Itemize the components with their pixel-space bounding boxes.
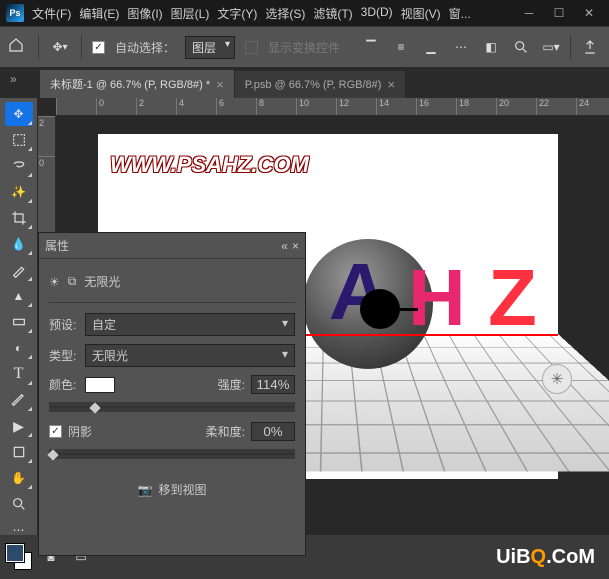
move-tool-indicator-icon[interactable]: ✥▾ bbox=[49, 36, 71, 58]
preset-label: 预设: bbox=[49, 316, 79, 333]
move-to-view-button[interactable]: 📷 移到视图 bbox=[138, 481, 207, 498]
tool-clone-stamp[interactable]: ▲ bbox=[5, 284, 33, 308]
preset-dropdown[interactable]: 自定 bbox=[85, 313, 295, 336]
3d-letter-z[interactable]: Z bbox=[488, 252, 537, 344]
menu-file[interactable]: 文件(F) bbox=[32, 5, 71, 22]
light-name: 无限光 bbox=[84, 273, 120, 290]
menu-filter[interactable]: 滤镜(T) bbox=[313, 5, 352, 22]
tool-marquee[interactable] bbox=[5, 128, 33, 152]
auto-select-label: 自动选择： bbox=[115, 39, 175, 56]
align-bottom-icon[interactable]: ▁ bbox=[420, 36, 442, 58]
menu-layer[interactable]: 图层(L) bbox=[171, 5, 210, 22]
infinite-light-icon: ⧉ bbox=[68, 274, 77, 289]
ruler-horizontal[interactable]: 024 6810 121416 182022 24 bbox=[56, 98, 609, 116]
properties-panel: 属性 « × ☀ ⧉ 无限光 预设: 自定 类型: 无限光 颜色: 强度: ✓ … bbox=[38, 232, 306, 556]
tool-magic-wand[interactable]: ✨ bbox=[5, 180, 33, 204]
show-transform-checkbox[interactable] bbox=[245, 41, 258, 54]
distribute-icon[interactable]: ⋯ bbox=[450, 36, 472, 58]
foreground-color-chip[interactable] bbox=[6, 544, 24, 562]
3d-letter-h[interactable]: H bbox=[408, 252, 466, 344]
window-controls: ─ ☐ ✕ bbox=[515, 3, 603, 23]
watermark-text: WWW.PSAHZ.COM bbox=[110, 152, 309, 178]
tool-pen[interactable] bbox=[5, 388, 33, 412]
3d-mode-icon[interactable]: ◧ bbox=[480, 36, 502, 58]
menu-type[interactable]: 文字(Y) bbox=[217, 5, 257, 22]
align-vcenter-icon[interactable]: ≡ bbox=[390, 36, 412, 58]
tab-close-icon[interactable]: × bbox=[387, 77, 395, 92]
separator bbox=[38, 35, 39, 59]
panel-close-icon[interactable]: × bbox=[292, 239, 299, 253]
intensity-label: 强度: bbox=[218, 376, 245, 393]
3d-light-handle[interactable] bbox=[360, 289, 400, 329]
color-chips[interactable] bbox=[6, 544, 32, 570]
type-label: 类型: bbox=[49, 347, 79, 364]
separator bbox=[570, 35, 571, 59]
tool-lasso[interactable] bbox=[5, 154, 33, 178]
color-label: 颜色: bbox=[49, 376, 79, 393]
tab-close-icon[interactable]: × bbox=[216, 77, 224, 92]
tool-crop[interactable] bbox=[5, 206, 33, 230]
color-swatch[interactable] bbox=[85, 377, 115, 393]
menu-edit[interactable]: 编辑(E) bbox=[79, 5, 119, 22]
menu-image[interactable]: 图像(I) bbox=[127, 5, 162, 22]
3d-light-direction[interactable] bbox=[398, 308, 418, 311]
light-icon: ☀ bbox=[49, 275, 60, 289]
menubar: 文件(F) 编辑(E) 图像(I) 图层(L) 文字(Y) 选择(S) 滤镜(T… bbox=[32, 5, 515, 22]
tool-type[interactable]: T bbox=[5, 362, 33, 386]
workspace-chooser-icon[interactable]: ▭▾ bbox=[540, 36, 562, 58]
type-dropdown[interactable]: 无限光 bbox=[85, 344, 295, 367]
softness-label: 柔和度: bbox=[206, 423, 245, 440]
tab-label: P.psb @ 66.7% (P, RGB/8#) bbox=[245, 79, 382, 91]
intensity-slider[interactable] bbox=[49, 402, 295, 412]
tool-hand[interactable]: ✋ bbox=[5, 466, 33, 490]
menu-view[interactable]: 视图(V) bbox=[401, 5, 441, 22]
tab-inactive-document[interactable]: P.psb @ 66.7% (P, RGB/8#) × bbox=[235, 71, 406, 98]
softness-input[interactable] bbox=[251, 422, 295, 441]
shadow-checkbox[interactable]: ✓ bbox=[49, 425, 62, 438]
minimize-button[interactable]: ─ bbox=[515, 3, 543, 23]
menu-window[interactable]: 窗... bbox=[449, 5, 471, 22]
align-top-icon[interactable]: ▔ bbox=[360, 36, 382, 58]
options-bar: ✥▾ ✓ 自动选择： 图层 显示变换控件 ▔ ≡ ▁ ⋯ ◧ ▭▾ bbox=[0, 26, 609, 68]
3d-nav-widget-icon[interactable]: ✳ bbox=[542, 364, 572, 394]
menu-3d[interactable]: 3D(D) bbox=[361, 5, 393, 22]
titlebar: Ps 文件(F) 编辑(E) 图像(I) 图层(L) 文字(Y) 选择(S) 滤… bbox=[0, 0, 609, 26]
tab-active-document[interactable]: 未标题-1 @ 66.7% (P, RGB/8#) * × bbox=[40, 70, 235, 98]
camera-icon: 📷 bbox=[138, 483, 153, 497]
tools-palette: ✥ ✨ 💧 ▲ ◐ T ▶ ✋ ⋯ bbox=[0, 98, 38, 578]
tool-brush[interactable] bbox=[5, 258, 33, 282]
maximize-button[interactable]: ☐ bbox=[545, 3, 573, 23]
show-transform-label: 显示变换控件 bbox=[268, 39, 340, 56]
tool-zoom[interactable] bbox=[5, 492, 33, 516]
softness-slider[interactable] bbox=[49, 449, 295, 459]
tool-move[interactable]: ✥ bbox=[5, 102, 33, 126]
tool-eyedropper[interactable]: 💧 bbox=[5, 232, 33, 256]
site-branding: UiBQ.CoM bbox=[496, 546, 595, 569]
tool-path-select[interactable]: ▶ bbox=[5, 414, 33, 438]
intensity-input[interactable] bbox=[251, 375, 295, 394]
app-logo-icon: Ps bbox=[6, 4, 24, 22]
home-icon[interactable] bbox=[8, 37, 28, 57]
auto-select-target-dropdown[interactable]: 图层 bbox=[185, 36, 235, 59]
panel-collapse-icon[interactable]: « bbox=[281, 239, 288, 253]
panel-title: 属性 bbox=[45, 237, 69, 254]
search-icon[interactable] bbox=[510, 36, 532, 58]
shadow-label: 阴影 bbox=[68, 423, 92, 440]
tool-dodge[interactable]: ◐ bbox=[5, 336, 33, 360]
menu-select[interactable]: 选择(S) bbox=[265, 5, 305, 22]
separator bbox=[81, 35, 82, 59]
document-tabs: 未标题-1 @ 66.7% (P, RGB/8#) * × P.psb @ 66… bbox=[0, 68, 609, 98]
tool-gradient[interactable] bbox=[5, 310, 33, 334]
tab-label: 未标题-1 @ 66.7% (P, RGB/8#) * bbox=[50, 76, 210, 92]
share-icon[interactable] bbox=[579, 36, 601, 58]
auto-select-checkbox[interactable]: ✓ bbox=[92, 41, 105, 54]
tabs-expand-icon[interactable]: » bbox=[10, 72, 17, 86]
tool-shape[interactable] bbox=[5, 440, 33, 464]
close-button[interactable]: ✕ bbox=[575, 3, 603, 23]
